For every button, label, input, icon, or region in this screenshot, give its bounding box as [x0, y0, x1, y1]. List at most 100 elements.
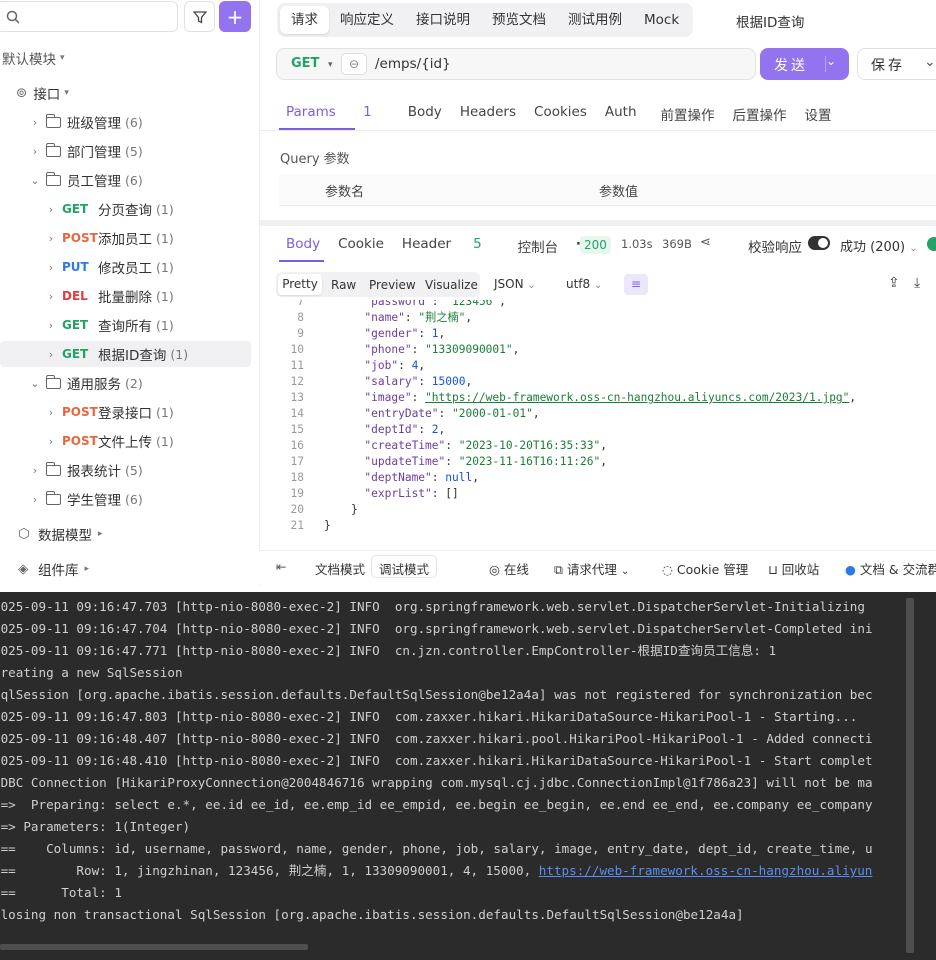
mode-visualize[interactable]: Visualize [425, 278, 478, 292]
tab-response-cookie[interactable]: Cookie [338, 236, 384, 266]
link-icon[interactable]: ⊖ [341, 53, 367, 75]
chevron-right-icon[interactable]: › [44, 406, 58, 419]
vertical-scrollbar[interactable] [906, 598, 914, 953]
chevron-down-icon: ⌄ [620, 566, 630, 577]
folder-label: 部门管理 [67, 145, 121, 161]
docs-community-label: 文档 & 交流群 [859, 562, 936, 577]
terminal-line: 2025-09-11 09:16:48.410 [http-nio-8080-e… [0, 753, 873, 768]
search-input[interactable] [0, 1, 178, 32]
sidebar-item-data-model[interactable]: ⬡ 数据模型 ▸ [18, 521, 103, 547]
top-tab-bar: 请求 响应定义 接口说明 预览文档 测试用例 Mock [277, 3, 694, 37]
encoding-label: utf8 [566, 277, 591, 291]
sidebar-folder[interactable]: › 报表统计 (5) [28, 457, 143, 483]
json-value: "123456" [445, 300, 500, 308]
cookie-manage-button[interactable]: ◌ Cookie 管理 [662, 559, 748, 578]
sidebar-api-item[interactable]: › POST 添加员工 (1) [44, 225, 174, 251]
tab-console[interactable]: 控制台 [518, 236, 559, 266]
debug-mode-button[interactable]: 调试模式 [371, 555, 438, 578]
recycle-button[interactable]: ⊔ 回收站 [768, 559, 819, 578]
chevron-down-icon: ⌄ [594, 280, 603, 291]
data-model-label: 数据模型 [38, 528, 92, 544]
sidebar-api-item[interactable]: › GET 分页查询 (1) [44, 196, 174, 222]
mode-preview[interactable]: Preview [369, 278, 416, 292]
doc-mode-button[interactable]: 文档模式 [315, 559, 365, 578]
filter-icon [192, 10, 207, 24]
chevron-down-icon[interactable]: ⌄ [924, 54, 936, 70]
line-number: 12 [290, 375, 304, 388]
terminal-line: <== Total: 1 [0, 885, 122, 900]
api-count: (1) [156, 433, 174, 449]
validate-toggle[interactable] [808, 236, 830, 250]
terminal-link[interactable]: https://web-framework.oss-cn-hangzhou.al… [539, 863, 873, 878]
tab-api-desc[interactable]: 接口说明 [405, 6, 481, 34]
sidebar-folder[interactable]: ⌄ 员工管理 (6) [28, 167, 143, 193]
terminal-line: Creating a new SqlSession [0, 665, 183, 680]
chevron-right-icon[interactable]: › [44, 261, 58, 274]
share-icon[interactable]: ⋖ [700, 235, 711, 250]
chevron-down-icon[interactable]: ⌄ [826, 54, 836, 68]
tab-preview-doc[interactable]: 预览文档 [481, 6, 557, 34]
default-module[interactable]: 默认模块 ▾ [2, 45, 65, 71]
tab-test-case[interactable]: 测试用例 [557, 6, 633, 34]
success-select[interactable]: 成功 (200) ⌄ [840, 236, 918, 255]
tab-response-header[interactable]: Header 5 [402, 236, 500, 266]
chevron-right-icon[interactable]: › [44, 232, 58, 245]
method-select[interactable]: GET ▾ [283, 53, 337, 75]
filter-button[interactable] [184, 1, 215, 32]
chevron-right-icon[interactable]: › [28, 493, 42, 506]
sidebar-api-item[interactable]: › GET 查询所有 (1) [44, 312, 174, 338]
chevron-down-icon[interactable]: ⌄ [28, 377, 42, 390]
mode-raw[interactable]: Raw [331, 278, 356, 292]
sidebar-item-components[interactable]: ◈ 组件库 ▸ [18, 556, 89, 582]
download-icon[interactable]: ⤓ [914, 275, 920, 291]
sidebar-folder[interactable]: ⌄ 通用服务 (2) [28, 370, 143, 396]
proxy-button[interactable]: ⧉ 请求代理 ⌄ [554, 559, 629, 578]
tab-mock[interactable]: Mock [633, 6, 690, 34]
sidebar-api-item[interactable]: › POST 登录接口 (1) [44, 399, 174, 425]
layers-icon: ◈ [18, 561, 29, 577]
encoding-select[interactable]: utf8 ⌄ [566, 277, 602, 291]
format-label: JSON [494, 277, 524, 291]
docs-community-button[interactable]: ● 文档 & 交流群 [845, 559, 936, 578]
horizontal-scrollbar[interactable] [0, 944, 308, 950]
tab-response-def[interactable]: 响应定义 [329, 6, 405, 34]
sidebar-folder[interactable]: › 班级管理 (6) [28, 109, 143, 135]
chevron-right-icon[interactable]: › [28, 116, 42, 129]
send-button[interactable]: 发送 ⌄ [760, 48, 849, 80]
url-input[interactable]: /emps/{id} [375, 56, 451, 72]
method-badge: GET [62, 318, 89, 332]
format-select[interactable]: JSON ⌄ [494, 277, 536, 291]
chevron-down-icon[interactable]: ⌄ [28, 174, 42, 187]
wrap-icon[interactable]: ≡ [624, 274, 648, 295]
collapse-icon[interactable]: ⇤ [276, 559, 286, 574]
chevron-right-icon[interactable]: › [44, 290, 58, 303]
sidebar-api-item[interactable]: › GET 根据ID查询 (1) [0, 341, 251, 367]
chevron-right-icon[interactable]: › [28, 145, 42, 158]
json-value: [] [445, 487, 459, 500]
code-line: "job": 4, [364, 359, 426, 372]
chevron-right-icon[interactable]: › [44, 203, 58, 216]
mode-pretty[interactable]: Pretty [278, 274, 322, 295]
header-label: Header [401, 236, 452, 252]
api-label: 文件上传 [98, 435, 152, 451]
chevron-right-icon[interactable]: › [44, 348, 58, 361]
upload-icon[interactable]: ⇪ [888, 275, 900, 291]
sidebar-api-item[interactable]: › DEL 批量删除 (1) [44, 283, 174, 309]
sidebar-api-item[interactable]: › PUT 修改员工 (1) [44, 254, 174, 280]
chevron-right-icon[interactable]: › [28, 464, 42, 477]
add-button[interactable]: + [219, 1, 251, 32]
json-key: "deptName" [364, 471, 432, 484]
chevron-right-icon[interactable]: › [44, 435, 58, 448]
validate-label: 校验响应 [748, 240, 802, 256]
tab-request[interactable]: 请求 [280, 6, 329, 34]
chevron-right-icon[interactable]: › [44, 319, 58, 332]
sidebar-folder[interactable]: › 学生管理 (6) [28, 486, 143, 512]
sidebar-folder[interactable]: › 部门管理 (5) [28, 138, 143, 164]
line-number: 10 [290, 343, 304, 356]
terminal-line: ==> Parameters: 1(Integer) [0, 819, 191, 834]
method-label: GET [291, 56, 320, 71]
sidebar-item-api-group[interactable]: ⊚ 接口 ▾ [16, 80, 69, 106]
save-button[interactable]: 保存 ⌄ [857, 48, 936, 80]
sidebar-api-item[interactable]: › POST 文件上传 (1) [44, 428, 174, 454]
online-button[interactable]: ◎ 在线 [489, 559, 529, 578]
